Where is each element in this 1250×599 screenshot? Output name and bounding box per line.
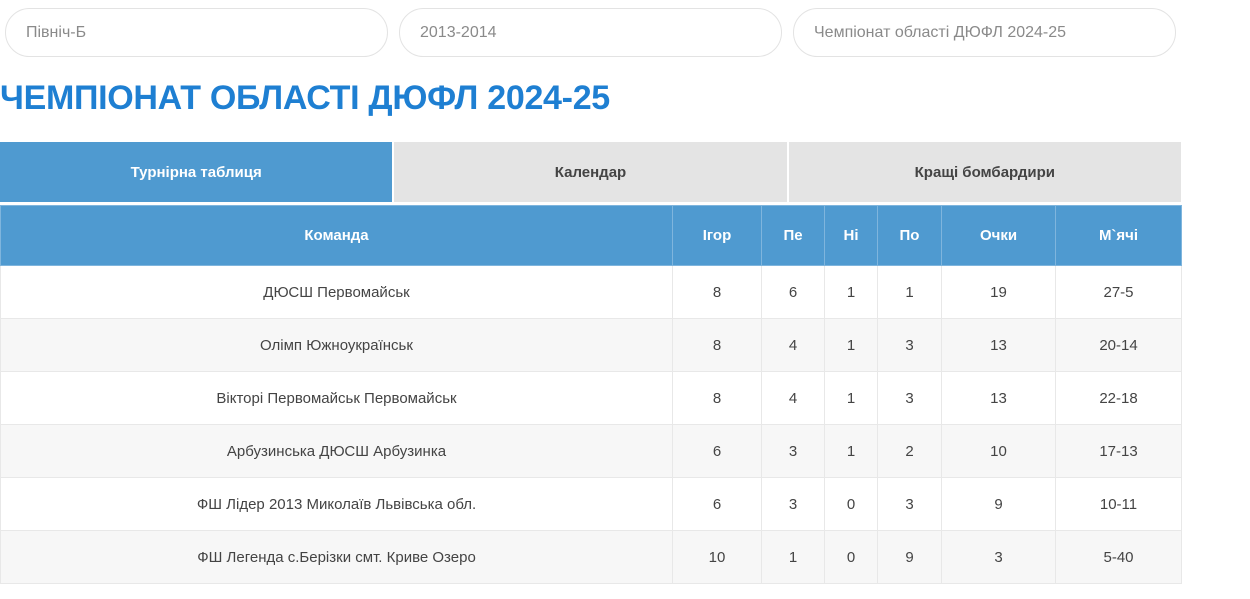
points-cell: 10 [941,424,1056,478]
column-header-team: Команда [0,205,673,266]
age-group-select-value: 2013-2014 [420,23,497,41]
losses-cell: 1 [877,265,942,319]
table-header-row: Команда Ігор Пе Ні По Очки М`ячі [0,205,1182,266]
team-name: ФШ Лідер 2013 Миколаїв Львівська обл. [0,477,673,531]
wins-cell: 4 [761,371,825,425]
tab-calendar[interactable]: Календар [394,142,787,202]
goals-cell: 27-5 [1055,265,1182,319]
age-group-select[interactable]: 2013-2014 [399,8,782,57]
points-cell: 13 [941,318,1056,372]
games-cell: 8 [672,318,762,372]
column-header-games: Ігор [672,205,762,266]
table-row: ФШ Легенда с.Берізки смт. Криве Озеро 10… [0,530,1182,584]
points-cell: 19 [941,265,1056,319]
column-header-wins: Пе [761,205,825,266]
draws-cell: 1 [824,371,878,425]
losses-cell: 9 [877,530,942,584]
team-name: Вікторі Первомайськ Первомайськ [0,371,673,425]
table-row: ФШ Лідер 2013 Миколаїв Львівська обл. 6 … [0,477,1182,531]
games-cell: 10 [672,530,762,584]
tab-top-scorers-label: Кращі бомбардири [914,163,1055,181]
tab-top-scorers[interactable]: Кращі бомбардири [788,142,1181,202]
goals-cell: 17-13 [1055,424,1182,478]
games-cell: 8 [672,265,762,319]
standings-table: Команда Ігор Пе Ні По Очки М`ячі ДЮСШ Пе… [0,205,1182,584]
column-header-losses: По [877,205,942,266]
wins-cell: 4 [761,318,825,372]
tab-bar: Турнірна таблиця Календар Кращі бомбарди… [0,142,1181,202]
points-cell: 13 [941,371,1056,425]
games-cell: 8 [672,371,762,425]
column-header-goals: М`ячі [1055,205,1182,266]
region-select[interactable]: Північ-Б [5,8,388,57]
page-title: ЧЕМПІОНАТ ОБЛАСТІ ДЮФЛ 2024-25 [0,79,610,117]
table-row: Вікторі Первомайськ Первомайськ 8 4 1 3 … [0,371,1182,425]
points-cell: 3 [941,530,1056,584]
wins-cell: 3 [761,424,825,478]
goals-cell: 20-14 [1055,318,1182,372]
column-header-points: Очки [941,205,1056,266]
tournament-select[interactable]: Чемпіонат області ДЮФЛ 2024-25 [793,8,1176,57]
tab-standings[interactable]: Турнірна таблиця [0,142,393,202]
column-header-draws: Ні [824,205,878,266]
team-name: Олімп Южноукраїнськ [0,318,673,372]
wins-cell: 6 [761,265,825,319]
team-name: ДЮСШ Первомайськ [0,265,673,319]
points-cell: 9 [941,477,1056,531]
losses-cell: 2 [877,424,942,478]
filter-bar: Північ-Б 2013-2014 Чемпіонат області ДЮФ… [5,8,1176,57]
draws-cell: 1 [824,424,878,478]
goals-cell: 10-11 [1055,477,1182,531]
table-row: ДЮСШ Первомайськ 8 6 1 1 19 27-5 [0,265,1182,319]
tab-calendar-label: Календар [554,163,627,181]
games-cell: 6 [672,477,762,531]
draws-cell: 0 [824,530,878,584]
team-name: ФШ Легенда с.Берізки смт. Криве Озеро [0,530,673,584]
table-row: Олімп Южноукраїнськ 8 4 1 3 13 20-14 [0,318,1182,372]
losses-cell: 3 [877,371,942,425]
tab-standings-label: Турнірна таблиця [130,163,262,181]
draws-cell: 1 [824,265,878,319]
team-name: Арбузинська ДЮСШ Арбузинка [0,424,673,478]
draws-cell: 1 [824,318,878,372]
losses-cell: 3 [877,318,942,372]
games-cell: 6 [672,424,762,478]
draws-cell: 0 [824,477,878,531]
tournament-select-value: Чемпіонат області ДЮФЛ 2024-25 [814,23,1067,41]
goals-cell: 5-40 [1055,530,1182,584]
losses-cell: 3 [877,477,942,531]
table-row: Арбузинська ДЮСШ Арбузинка 6 3 1 2 10 17… [0,424,1182,478]
region-select-value: Північ-Б [26,23,87,41]
wins-cell: 3 [761,477,825,531]
wins-cell: 1 [761,530,825,584]
goals-cell: 22-18 [1055,371,1182,425]
